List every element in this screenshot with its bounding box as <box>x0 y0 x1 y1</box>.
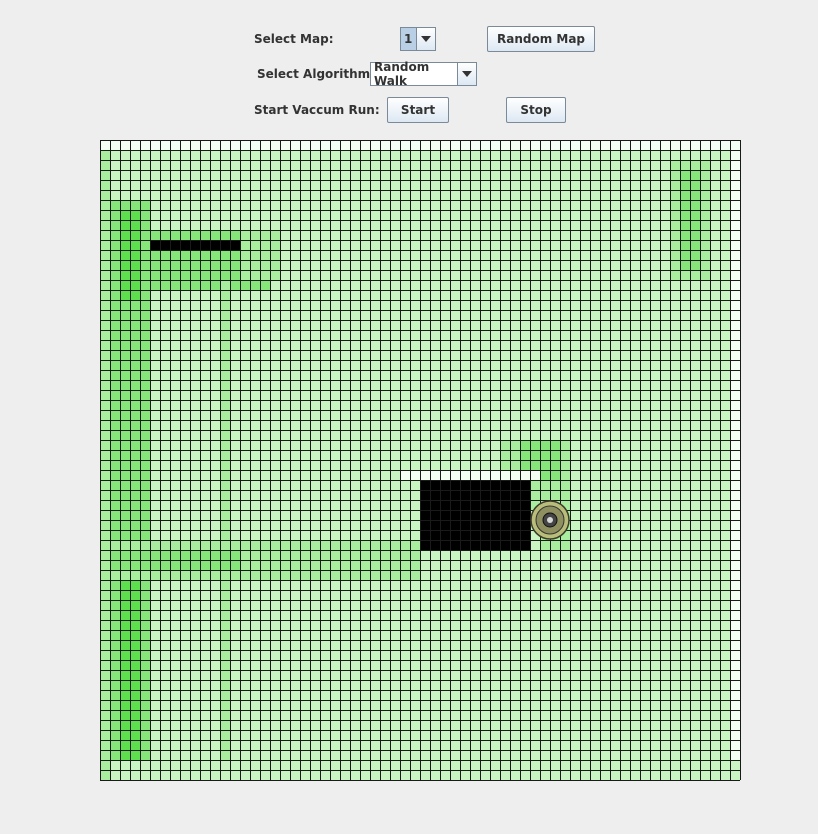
algorithm-select-value: Random Walk <box>374 60 430 88</box>
map-select-value: 1 <box>401 28 416 50</box>
select-map-label: Select Map: <box>254 32 334 46</box>
obstacle <box>150 240 240 250</box>
chevron-down-icon[interactable] <box>416 28 435 50</box>
map-select[interactable]: 1 <box>400 27 436 51</box>
chevron-down-icon[interactable] <box>457 63 476 85</box>
cleaned-area <box>100 150 110 780</box>
robot-vacuum-icon <box>530 500 570 540</box>
vacuum-grid <box>100 140 741 781</box>
random-map-button[interactable]: Random Map <box>487 26 595 52</box>
algorithm-select[interactable]: Random Walk <box>370 60 477 88</box>
select-algorithm-label: Select Algorithm: <box>257 67 375 81</box>
start-button[interactable]: Start <box>387 97 449 123</box>
start-run-label: Start Vaccum Run: <box>254 103 380 117</box>
stop-button[interactable]: Stop <box>506 97 566 123</box>
